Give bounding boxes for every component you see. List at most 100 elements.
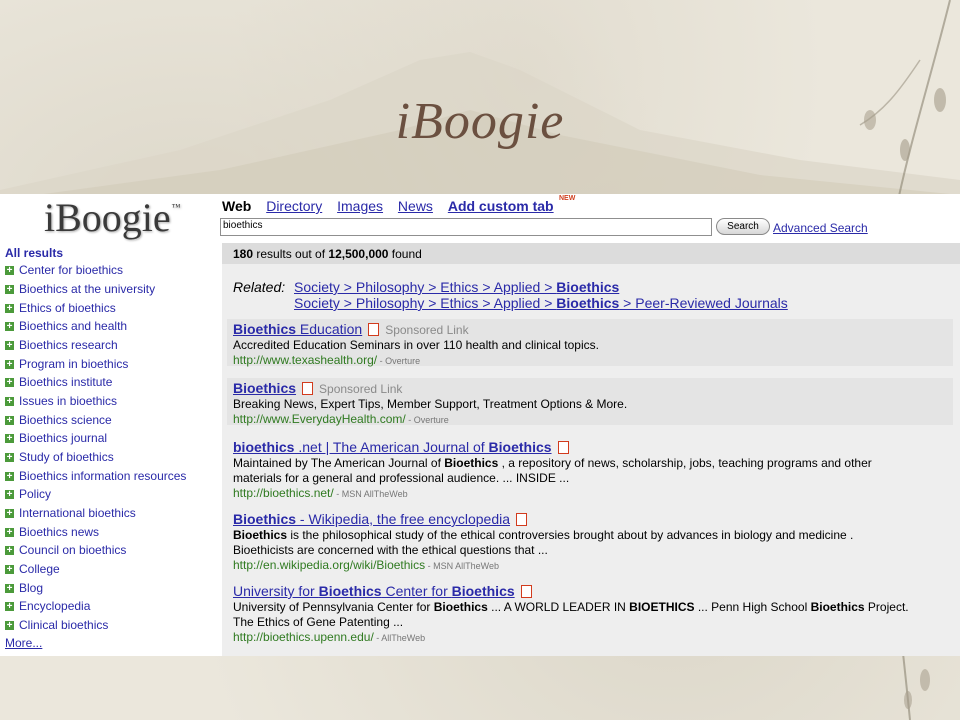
expand-plus-icon[interactable]: +: [5, 472, 14, 482]
expand-plus-icon[interactable]: +: [5, 434, 14, 444]
sidebar-item-label: Policy: [19, 487, 52, 501]
expand-plus-icon[interactable]: +: [5, 453, 14, 463]
expand-plus-icon[interactable]: +: [5, 546, 14, 556]
result-title[interactable]: Bioethics Sponsored Link: [233, 380, 402, 396]
sidebar-item[interactable]: + Study of bioethics: [5, 450, 114, 464]
sidebar-item[interactable]: + Program in bioethics: [5, 357, 128, 371]
sidebar-item[interactable]: + Bioethics at the university: [5, 282, 155, 296]
result-title[interactable]: Bioethics - Wikipedia, the free encyclop…: [233, 511, 528, 527]
result-title-text: Center for: [381, 583, 452, 599]
slide-title: iBoogie: [395, 93, 565, 150]
sidebar-item[interactable]: + International bioethics: [5, 506, 136, 520]
results-total: 12,500,000: [328, 247, 389, 261]
desc-text: ... A WORLD LEADER IN: [487, 600, 630, 614]
result-url[interactable]: http://www.texashealth.org/ - Overture: [233, 353, 420, 367]
tab-directory[interactable]: Directory: [266, 198, 322, 214]
sidebar-item[interactable]: + Bioethics information resources: [5, 469, 186, 483]
desc-term: Bioethics: [810, 600, 865, 614]
result-url[interactable]: http://en.wikipedia.org/wiki/Bioethics -…: [233, 558, 499, 572]
result-source: - AllTheWeb: [373, 633, 426, 643]
sidebar-item[interactable]: + College: [5, 562, 60, 576]
related-category-link[interactable]: Society > Philosophy > Ethics > Applied …: [294, 279, 619, 295]
expand-plus-icon[interactable]: +: [5, 378, 14, 388]
sidebar-item-label: Program in bioethics: [19, 357, 129, 371]
expand-plus-icon[interactable]: +: [5, 621, 14, 631]
result-url[interactable]: http://bioethics.net/ - MSN AllTheWeb: [233, 486, 408, 500]
expand-plus-icon[interactable]: +: [5, 490, 14, 500]
result-title-term: Bioethics: [318, 583, 382, 599]
desc-term: BIOETHICS: [629, 600, 695, 614]
sidebar-item[interactable]: + Encyclopedia: [5, 599, 90, 613]
expand-plus-icon[interactable]: +: [5, 416, 14, 426]
result-title-term: Bioethics: [233, 321, 297, 337]
desc-text: The Ethics of Gene Patenting ...: [233, 615, 404, 629]
sidebar-item[interactable]: + Bioethics and health: [5, 319, 127, 333]
category-term: Bioethics: [556, 295, 620, 311]
expand-plus-icon[interactable]: +: [5, 341, 14, 351]
expand-plus-icon[interactable]: +: [5, 266, 14, 276]
sidebar-item-label: Bioethics news: [19, 525, 100, 539]
search-input[interactable]: bioethics: [220, 218, 712, 236]
sidebar-item-label: Clinical bioethics: [19, 618, 109, 632]
expand-plus-icon[interactable]: +: [5, 360, 14, 370]
results-shown: 180: [233, 247, 254, 261]
expand-plus-icon[interactable]: +: [5, 285, 14, 295]
preview-icon[interactable]: [302, 382, 314, 395]
related-category-link[interactable]: Society > Philosophy > Ethics > Applied …: [294, 295, 788, 311]
sidebar-item[interactable]: + Blog: [5, 581, 43, 595]
sidebar-item[interactable]: + Ethics of bioethics: [5, 301, 116, 315]
sidebar-item[interactable]: + Policy: [5, 487, 51, 501]
expand-plus-icon[interactable]: +: [5, 322, 14, 332]
logo-text: iBoogie: [44, 195, 171, 240]
preview-icon[interactable]: [516, 513, 528, 526]
desc-text: Project.: [864, 600, 909, 614]
result-title-term: Bioethics: [233, 511, 297, 527]
expand-plus-icon[interactable]: +: [5, 509, 14, 519]
sidebar-item-label: Encyclopedia: [19, 599, 91, 613]
desc-text: ... Penn High School: [694, 600, 811, 614]
preview-icon[interactable]: [520, 585, 532, 598]
sidebar-item[interactable]: + Issues in bioethics: [5, 394, 117, 408]
preview-icon[interactable]: [557, 441, 569, 454]
sidebar-item[interactable]: + Bioethics institute: [5, 375, 112, 389]
sidebar-item[interactable]: + Bioethics news: [5, 525, 99, 539]
expand-plus-icon[interactable]: +: [5, 565, 14, 575]
sidebar-all-results[interactable]: All results: [5, 246, 63, 260]
sidebar-item-label: Study of bioethics: [19, 450, 114, 464]
result-title[interactable]: Bioethics Education Sponsored Link: [233, 321, 469, 337]
advanced-search-link[interactable]: Advanced Search: [773, 221, 868, 235]
expand-plus-icon[interactable]: +: [5, 584, 14, 594]
result-title-term: Bioethics: [488, 439, 552, 455]
tab-news[interactable]: News: [398, 198, 433, 214]
result-description: Breaking News, Expert Tips, Member Suppo…: [233, 397, 628, 411]
category-term: Bioethics: [556, 279, 620, 295]
tab-web[interactable]: Web: [222, 198, 251, 214]
sidebar-item[interactable]: + Center for bioethics: [5, 263, 123, 277]
result-url[interactable]: http://bioethics.upenn.edu/ - AllTheWeb: [233, 630, 425, 644]
result-title[interactable]: University for Bioethics Center for Bioe…: [233, 583, 532, 599]
sidebar-item[interactable]: + Clinical bioethics: [5, 618, 108, 632]
sidebar-item[interactable]: + Bioethics science: [5, 413, 112, 427]
expand-plus-icon[interactable]: +: [5, 304, 14, 314]
expand-plus-icon[interactable]: +: [5, 397, 14, 407]
preview-icon[interactable]: [368, 323, 380, 336]
desc-text: University of Pennsylvania Center for: [233, 600, 434, 614]
results-count-tail: found: [388, 247, 422, 261]
sidebar-item[interactable]: + Bioethics research: [5, 338, 118, 352]
sidebar-item[interactable]: + Council on bioethics: [5, 543, 126, 557]
sidebar-item-label: Bioethics information resources: [19, 469, 187, 483]
result-title[interactable]: bioethics .net | The American Journal of…: [233, 439, 569, 455]
sidebar-item[interactable]: + Bioethics journal: [5, 431, 107, 445]
desc-term: Bioethics: [433, 600, 488, 614]
tab-add-custom[interactable]: Add custom tab: [448, 198, 554, 214]
search-page-screenshot: iBoogie™ Web Directory Images News Add c…: [0, 194, 960, 656]
result-url[interactable]: http://www.EverydayHealth.com/ - Overtur…: [233, 412, 449, 426]
category-path-text: Society > Philosophy > Ethics > Applied …: [294, 295, 557, 311]
sidebar-more-link[interactable]: More...: [5, 636, 42, 650]
tab-images[interactable]: Images: [337, 198, 383, 214]
result-description: Maintained by The American Journal of Bi…: [233, 456, 933, 486]
expand-plus-icon[interactable]: +: [5, 528, 14, 538]
search-button[interactable]: Search: [716, 218, 770, 235]
expand-plus-icon[interactable]: +: [5, 602, 14, 612]
app-logo[interactable]: iBoogie™: [44, 194, 181, 241]
